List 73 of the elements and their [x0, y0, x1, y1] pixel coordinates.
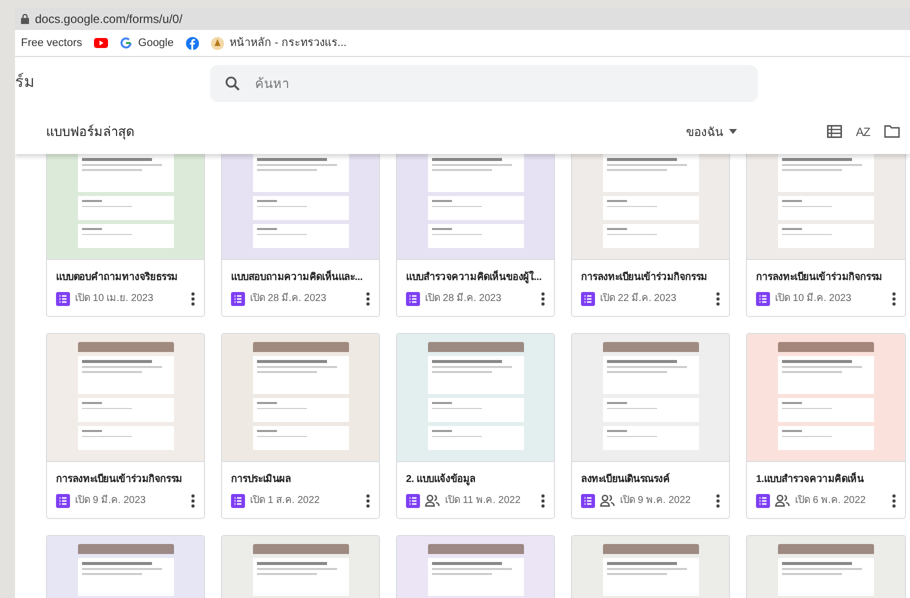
opened-date: เปิด 1 ส.ค. 2022 — [250, 494, 320, 508]
form-card[interactable]: แบบตอบคำถามทางจริยธรรม เปิด 10 เม.ย. 2023 — [46, 154, 205, 317]
opened-date: เปิด 6 พ.ค. 2022 — [795, 494, 866, 508]
address-bar-url[interactable]: docs.google.com/forms/u/0/ — [35, 10, 182, 28]
form-card[interactable]: 2. แบบแจ้งข้อมูล เปิด 11 พ.ค. 2022 — [396, 333, 555, 519]
bookmark[interactable]: Google — [120, 34, 174, 52]
more-options-icon[interactable] — [892, 494, 896, 508]
owner-filter[interactable]: ของฉัน — [686, 122, 737, 140]
bookmark[interactable] — [186, 36, 199, 50]
form-title: ลงทะเบียนเดินรณรงค์ — [581, 472, 671, 487]
form-list-icon — [406, 292, 420, 306]
more-options-icon[interactable] — [892, 292, 896, 306]
search-field[interactable]: ค้นหา — [210, 64, 758, 102]
g-letter-logo-icon — [120, 37, 132, 49]
section-title: แบบฟอร์มล่าสุด — [46, 122, 134, 142]
opened-date: เปิด 22 มี.ค. 2023 — [600, 292, 676, 306]
form-card[interactable]: การลงทะเบียนเข้าร่วมกิจกรรม เปิด 22 มี.ค. 2023 — [571, 154, 730, 317]
form-title: แบบสอบถามความคิดเห็นและ... — [231, 269, 364, 285]
form-title: แบบสำรวจความคิดเห็นของผู้ใ... — [406, 269, 543, 286]
bookmark[interactable]: Free vectors — [21, 34, 82, 52]
opened-date: เปิด 10 มี.ค. 2023 — [775, 292, 852, 306]
emblem-icon — [210, 36, 224, 50]
app-title: ร์ม — [15, 72, 36, 93]
more-options-icon[interactable] — [366, 494, 370, 508]
opened-date: เปิด 28 มี.ค. 2023 — [425, 292, 502, 306]
form-list-icon — [56, 494, 70, 508]
form-card[interactable]: ลงทะเบียนเดินรณรงค์ เปิด 9 พ.ค. 2022 — [571, 333, 730, 519]
bookmark[interactable] — [94, 38, 108, 48]
form-card[interactable]: 1.แบบสำรวจความคิดเห็น เปิด 6 พ.ค. 2022 — [746, 333, 906, 519]
opened-date: เปิด 9 พ.ค. 2022 — [620, 494, 691, 508]
form-title: 2. แบบแจ้งข้อมูล — [406, 472, 477, 488]
form-list-icon — [581, 494, 595, 508]
form-list-icon — [56, 292, 70, 306]
opened-date: เปิด 28 มี.ค. 2023 — [250, 292, 326, 306]
opened-date: เปิด 11 พ.ค. 2022 — [445, 494, 521, 508]
more-options-icon[interactable] — [541, 292, 545, 306]
more-options-icon[interactable] — [366, 292, 370, 306]
form-title: การประเมินผล — [231, 472, 292, 487]
people-icon — [600, 494, 615, 507]
form-list-icon — [231, 292, 245, 306]
list-view-icon[interactable] — [826, 125, 842, 138]
form-title: การลงทะเบียนเข้าร่วมกิจกรรม — [581, 270, 708, 285]
lock-icon — [21, 14, 29, 24]
opened-date: เปิด 9 มี.ค. 2023 — [75, 494, 146, 508]
form-title: 1.แบบสำรวจความคิดเห็น — [756, 471, 865, 487]
f-logo-icon — [186, 36, 199, 50]
sort-button[interactable]: AZ — [856, 122, 870, 140]
form-card[interactable]: แบบสอบถามความคิดเห็นและ... เปิด 28 มี.ค. 2023 — [221, 154, 380, 317]
play-button-icon — [94, 38, 108, 48]
form-card[interactable]: การลงทะเบียนเข้าร่วมกิจกรรม เปิด 9 มี.ค. 2023 — [46, 333, 205, 519]
form-card[interactable]: การประเมินผล เปิด 1 ส.ค. 2022 — [221, 333, 380, 519]
more-options-icon[interactable] — [716, 494, 720, 508]
form-list-icon — [756, 494, 770, 508]
more-options-icon[interactable] — [716, 292, 720, 306]
form-card[interactable]: แบบสำรวจความคิดเห็นของผู้ใ... เปิด 28 มี.ค. 2023 — [396, 154, 555, 317]
bookmark[interactable]: หน้าหลัก - กระทรวงแร... — [210, 34, 347, 52]
opened-date: เปิด 10 เม.ย. 2023 — [75, 292, 154, 306]
people-icon — [775, 494, 790, 507]
form-title: การลงทะเบียนเข้าร่วมกิจกรรม — [56, 472, 184, 487]
search-icon — [224, 74, 241, 92]
more-options-icon[interactable] — [191, 494, 195, 508]
form-card[interactable]: การลงทะเบียนเข้าร่วมกิจกรรม เปิด 10 มี.ค. 2023 — [746, 154, 906, 317]
folder-icon[interactable] — [884, 125, 900, 138]
people-icon — [425, 494, 440, 507]
form-list-icon — [406, 494, 420, 508]
form-list-icon — [581, 292, 595, 306]
form-title: การลงทะเบียนเข้าร่วมกิจกรรม — [756, 270, 884, 285]
form-list-icon — [231, 494, 245, 508]
form-list-icon — [756, 292, 770, 306]
more-options-icon[interactable] — [541, 494, 545, 508]
more-options-icon[interactable] — [191, 292, 195, 306]
form-title: แบบตอบคำถามทางจริยธรรม — [56, 270, 180, 285]
dropdown-caret-icon — [728, 129, 737, 134]
